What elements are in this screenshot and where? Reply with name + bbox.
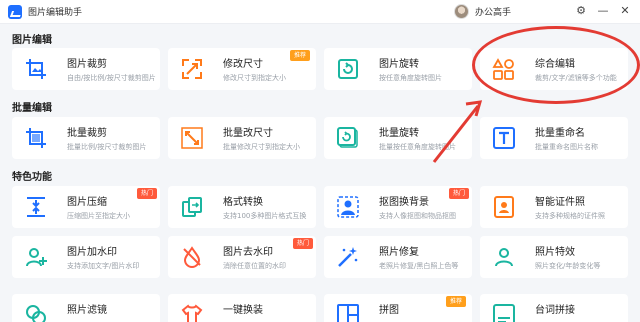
format-convert-icon [180,195,204,219]
recommend-badge: 推荐 [446,296,467,307]
card-desc: 消除任意位置的水印 [223,262,286,270]
highlight-circle [472,26,640,104]
hot-badge: 热门 [449,188,470,199]
app-title: 图片编辑助手 [28,8,83,18]
section-title-batch: 批量编辑 [12,103,52,114]
card-desc: 压缩图片至指定大小 [67,212,130,220]
rotate-icon [336,57,360,81]
card-batch-resize[interactable]: 批量改尺寸 批量修改尺寸到指定大小 [168,117,316,159]
card-desc: 批量修改尺寸到指定大小 [223,143,300,151]
card-name: 图片去水印 [223,247,273,258]
card-desc: 支持人像抠图和物品抠图 [379,212,456,220]
annotation-arrow-icon [432,100,483,163]
magic-wand-icon [336,245,360,269]
card-desc: 批量比例/按尺寸裁剪图片 [67,143,147,151]
card-desc: 支持多种规格的证件照 [535,212,605,220]
rename-icon [492,126,516,150]
card-name: 一键换装 [223,305,263,316]
crop-icon [24,57,48,81]
card-name: 批量改尺寸 [223,128,273,139]
card-photo-filter[interactable]: 照片滤镜 [12,294,160,322]
card-name: 批量旋转 [379,128,419,139]
card-name: 批量重命名 [535,128,585,139]
card-desc: 自由/按比例/按尺寸裁剪图片 [67,74,156,82]
avatar[interactable] [454,4,469,19]
card-puzzle[interactable]: 拼图 推荐 [324,294,472,322]
collage-icon [336,303,360,322]
id-photo-icon [492,195,516,219]
card-name: 照片滤镜 [67,305,107,316]
app-logo-icon [8,4,22,19]
card-batch-crop[interactable]: 批量裁剪 批量比例/按尺寸裁剪图片 [12,117,160,159]
batch-resize-icon [180,126,204,150]
close-button[interactable]: ✕ [618,4,632,18]
card-desc: 老照片修复/黑白照上色等 [379,262,459,270]
batch-rotate-icon [336,126,360,150]
card-id-photo[interactable]: 智能证件照 支持多种规格的证件照 [480,186,628,228]
card-rotate[interactable]: 图片旋转 按任意角度旋转图片 [324,48,472,90]
compress-icon [24,195,48,219]
add-watermark-icon [24,245,48,269]
card-batch-rename[interactable]: 批量重命名 批量重命名图片名称 [480,117,628,159]
card-name: 修改尺寸 [223,59,263,70]
remove-watermark-icon [180,245,204,269]
cutout-icon [336,195,360,219]
card-remove-watermark[interactable]: 图片去水印 消除任意位置的水印 热门 [168,236,316,278]
card-name: 格式转换 [223,197,263,208]
shirt-icon [180,303,204,322]
card-cutout[interactable]: 抠图换背景 支持人像抠图和物品抠图 热门 [324,186,472,228]
card-photo-repair[interactable]: 照片修复 老照片修复/黑白照上色等 [324,236,472,278]
hot-badge: 热门 [137,188,158,199]
section-title-edit: 图片编辑 [12,35,52,46]
effects-icon [492,245,516,269]
card-photo-effects[interactable]: 照片特效 照片变化/年龄变化等 [480,236,628,278]
card-crop[interactable]: 图片裁剪 自由/按比例/按尺寸裁剪图片 [12,48,160,90]
batch-crop-icon [24,126,48,150]
subtitle-join-icon [492,303,516,322]
card-add-watermark[interactable]: 图片加水印 支持添加文字/图片水印 [12,236,160,278]
card-desc: 批量重命名图片名称 [535,143,598,151]
user-name[interactable]: 办公高手 [475,5,511,18]
card-desc: 修改尺寸到指定大小 [223,74,286,82]
card-desc: 支持添加文字/图片水印 [67,262,140,270]
card-compress[interactable]: 图片压缩 压缩图片至指定大小 热门 [12,186,160,228]
user-account[interactable]: 办公高手 [454,4,511,19]
minimize-button[interactable]: — [596,4,610,18]
card-format[interactable]: 格式转换 支持100多种图片格式互换 [168,186,316,228]
settings-icon[interactable]: ⚙ [574,4,588,18]
card-name: 图片加水印 [67,247,117,258]
card-name: 智能证件照 [535,197,585,208]
section-title-features: 特色功能 [12,172,52,183]
card-outfit-change[interactable]: 一键换装 [168,294,316,322]
card-name: 图片裁剪 [67,59,107,70]
card-desc: 按任意角度旋转图片 [379,74,442,82]
card-resize[interactable]: 修改尺寸 修改尺寸到指定大小 推荐 [168,48,316,90]
hot-badge: 热门 [293,238,314,249]
card-name: 抠图换背景 [379,197,429,208]
card-desc: 照片变化/年龄变化等 [535,262,601,270]
card-name: 照片特效 [535,247,575,258]
resize-icon [180,57,204,81]
title-bar: 图片编辑助手 办公高手 ⚙ — ✕ [0,0,640,24]
card-name: 拼图 [379,305,399,316]
filter-icon [24,303,48,322]
card-name: 图片压缩 [67,197,107,208]
card-desc: 支持100多种图片格式互换 [223,212,307,220]
card-name: 图片旋转 [379,59,419,70]
card-name: 批量裁剪 [67,128,107,139]
card-lines-join[interactable]: 台词拼接 [480,294,628,322]
card-name: 台词拼接 [535,305,575,316]
recommend-badge: 推荐 [290,50,311,61]
card-name: 照片修复 [379,247,419,258]
